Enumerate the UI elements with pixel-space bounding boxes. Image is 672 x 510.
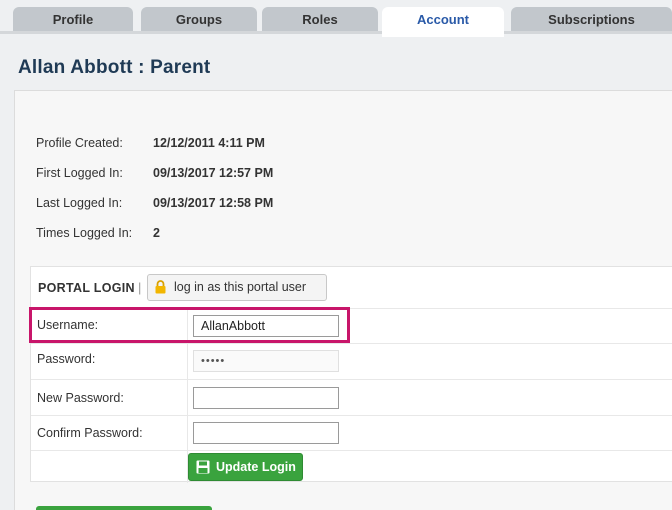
password-label: Password:: [37, 352, 96, 366]
password-row: Password: •••••: [31, 344, 672, 380]
tab-groups[interactable]: Groups: [141, 7, 257, 34]
new-password-row: New Password:: [31, 380, 672, 416]
update-login-label: Update Login: [216, 460, 296, 474]
tab-profile[interactable]: Profile: [13, 7, 133, 34]
login-as-portal-user-button[interactable]: log in as this portal user: [147, 274, 327, 301]
new-password-label: New Password:: [37, 391, 124, 405]
lock-icon: [155, 280, 166, 294]
tab-bar: Profile Groups Roles Account Subscriptio…: [0, 0, 672, 37]
tab-subscriptions[interactable]: Subscriptions: [511, 7, 672, 34]
bottom-action-button[interactable]: [36, 506, 212, 510]
info-label: Times Logged In:: [36, 226, 133, 240]
update-login-row: [31, 451, 672, 483]
confirm-password-row: Confirm Password:: [31, 416, 672, 451]
info-value: 09/13/2017 12:58 PM: [153, 196, 274, 210]
password-input[interactable]: •••••: [193, 350, 339, 372]
info-value: 2: [153, 226, 160, 240]
page-title: Allan Abbott : Parent: [18, 57, 211, 78]
separator: |: [138, 280, 142, 295]
username-highlight-box: [29, 307, 350, 343]
column-divider: [187, 380, 188, 415]
tab-account[interactable]: Account: [382, 7, 504, 37]
floppy-disk-icon: [196, 460, 210, 474]
column-divider: [187, 416, 188, 450]
new-password-input[interactable]: [193, 387, 339, 409]
portal-login-table: PORTAL LOGIN | log in as this portal use…: [30, 266, 672, 483]
info-label: Profile Created:: [36, 136, 123, 150]
tab-roles[interactable]: Roles: [262, 7, 378, 34]
confirm-password-input[interactable]: [193, 422, 339, 444]
info-value: 09/13/2017 12:57 PM: [153, 166, 274, 180]
confirm-password-label: Confirm Password:: [37, 426, 143, 440]
portal-login-header: PORTAL LOGIN | log in as this portal use…: [31, 267, 672, 309]
info-label: Last Logged In:: [36, 196, 123, 210]
column-divider: [187, 344, 188, 379]
update-login-button[interactable]: Update Login: [188, 453, 303, 481]
info-value: 12/12/2011 4:11 PM: [153, 136, 265, 150]
login-as-portal-user-label: log in as this portal user: [174, 280, 307, 294]
info-label: First Logged In:: [36, 166, 123, 180]
portal-login-title: PORTAL LOGIN: [38, 281, 135, 295]
